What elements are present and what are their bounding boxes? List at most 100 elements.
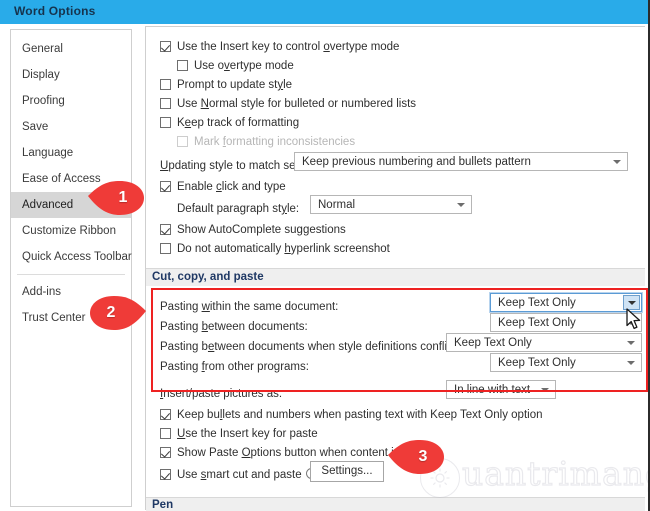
chevron-down-icon [613, 160, 621, 164]
section-header-cut-copy-paste: Cut, copy, and paste [146, 268, 645, 286]
window-title: Word Options [14, 4, 96, 18]
callout-marker-3: 3 [386, 437, 446, 477]
insert-paste-pictures-combobox-value: In line with text [454, 384, 531, 396]
chevron-down-icon [627, 341, 635, 345]
chevron-down-icon [457, 203, 465, 207]
paste-option-1-label: Pasting between documents: [160, 321, 308, 333]
paste-option-0-combobox[interactable]: Keep Text Only [489, 292, 643, 313]
paste-checkbox-row: Use smart cut and paste [160, 465, 317, 483]
callout-marker-2: 2 [88, 293, 148, 333]
hyperlink-screenshot-row: Do not automatically hyperlink screensho… [160, 239, 390, 257]
checkbox-row: Keep track of formatting [160, 113, 299, 131]
paste-option-2-combobox-value: Keep Text Only [454, 337, 532, 349]
enable-click-type-row: Enable click and type [160, 177, 286, 195]
callout-number-2: 2 [106, 304, 116, 321]
autocomplete-row: Show AutoComplete suggestions [160, 220, 346, 238]
checkbox-enable-click-and-type[interactable] [160, 181, 171, 192]
callout-number-3: 3 [418, 448, 428, 465]
default-paragraph-style-label: Default paragraph style: [177, 203, 300, 215]
sidebar-item-label: Display [22, 69, 60, 81]
checkbox-show-autocomplete[interactable] [160, 224, 171, 235]
checkbox-editing-option-1-label: Use overtype mode [194, 60, 294, 72]
paste-option-3-combobox[interactable]: Keep Text Only [490, 353, 642, 372]
sidebar-item-proofing[interactable]: Proofing [11, 88, 131, 114]
paste-option-row: Pasting between documents: [160, 317, 308, 335]
paste-option-1-combobox[interactable]: Keep Text Only [490, 313, 642, 332]
sidebar-item-quick-access-toolbar[interactable]: Quick Access Toolbar [11, 244, 132, 270]
sidebar-item-label: Trust Center [22, 312, 86, 324]
checkbox-paste-option-3-label: Use smart cut and paste [177, 469, 302, 481]
checkbox-paste-option-0-label: Keep bullets and numbers when pasting te… [177, 409, 543, 421]
checkbox-hyperlink-screenshot[interactable] [160, 243, 171, 254]
callout-marker-1: 1 [86, 178, 146, 218]
checkbox-editing-option-2[interactable] [160, 79, 171, 90]
sidebar-item-label: General [22, 43, 63, 55]
paste-option-2-combobox[interactable]: Keep Text Only [446, 333, 642, 352]
callout-number-1: 1 [118, 189, 128, 206]
sidebar-item-label: Quick Access Toolbar [22, 251, 132, 263]
sidebar-item-display[interactable]: Display [11, 62, 131, 88]
checkbox-editing-option-4[interactable] [160, 117, 171, 128]
insert-paste-pictures-label: Insert/paste pictures as: [160, 388, 283, 400]
paste-option-row: Pasting between documents when style def… [160, 337, 459, 355]
checkbox-enable-click-and-type-label: Enable click and type [177, 181, 286, 193]
paste-option-row: Pasting within the same document: [160, 297, 338, 315]
checkbox-hyperlink-screenshot-label: Do not automatically hyperlink screensho… [177, 243, 390, 255]
checkbox-editing-option-3-label: Use Normal style for bulleted or numbere… [177, 98, 417, 110]
checkbox-editing-option-1[interactable] [177, 60, 188, 71]
paste-option-0-combobox-value: Keep Text Only [498, 297, 576, 309]
paste-option-2-label: Pasting between documents when style def… [160, 341, 460, 353]
sidebar-item-label: Add-ins [22, 286, 61, 298]
insert-paste-pictures-combobox[interactable]: In line with text [446, 380, 556, 399]
updating-style-combobox[interactable]: Keep previous numbering and bullets patt… [294, 152, 628, 171]
default-paragraph-style-row: Default paragraph style: [177, 199, 299, 217]
checkbox-editing-option-3[interactable] [160, 98, 171, 109]
chevron-down-icon [541, 388, 549, 392]
sidebar-item-label: Proofing [22, 95, 65, 107]
options-sidebar: General Display Proofing Save Language Ease o… [10, 29, 132, 507]
sidebar-item-language[interactable]: Language [11, 140, 131, 166]
section-header-cut-copy-paste-label: Cut, copy, and paste [152, 271, 264, 283]
sidebar-item-label: Save [22, 121, 49, 133]
checkbox-paste-option-1[interactable] [160, 428, 171, 439]
paste-option-0-label: Pasting within the same document: [160, 301, 339, 313]
checkbox-editing-option-5-label: Mark formatting inconsistencies [194, 136, 356, 148]
checkbox-paste-option-2[interactable] [160, 447, 171, 458]
sidebar-item-save[interactable]: Save [11, 114, 131, 140]
checkbox-paste-option-1-label: Use the Insert key for paste [177, 428, 318, 440]
settings-button[interactable]: Settings... [310, 461, 384, 482]
checkbox-editing-option-2-label: Prompt to update style [177, 79, 293, 91]
checkbox-row: Use the Insert key to control overtype m… [160, 37, 399, 55]
sidebar-item-label: Advanced [22, 199, 74, 211]
sidebar-item-label: Customize Ribbon [22, 225, 116, 237]
sidebar-item-general[interactable]: General [11, 36, 131, 62]
paste-checkbox-row: Use the Insert key for paste [160, 424, 318, 442]
sidebar-item-label: Language [22, 147, 74, 159]
paste-checkbox-row: Keep bullets and numbers when pasting te… [160, 405, 542, 423]
checkbox-editing-option-5[interactable] [177, 136, 188, 147]
insert-paste-pictures-row: Insert/paste pictures as: [160, 384, 282, 402]
dialog-body: General Display Proofing Save Language Ease o… [0, 24, 648, 511]
checkbox-row: Use Normal style for bulleted or numbere… [160, 94, 416, 112]
default-paragraph-style-combobox[interactable]: Normal [310, 195, 472, 214]
section-header-pen-label: Pen [152, 499, 174, 511]
checkbox-show-autocomplete-label: Show AutoComplete suggestions [177, 224, 346, 236]
paste-option-3-label: Pasting from other programs: [160, 361, 309, 373]
updating-style-combobox-value: Keep previous numbering and bullets patt… [302, 156, 531, 168]
checkbox-row: Use overtype mode [177, 56, 294, 74]
sidebar-item-customize-ribbon[interactable]: Customize Ribbon [11, 218, 131, 244]
checkbox-row: Prompt to update style [160, 75, 292, 93]
paste-option-row: Pasting from other programs: [160, 357, 309, 375]
chevron-down-icon [627, 361, 635, 365]
sidebar-divider [17, 274, 125, 275]
paste-option-3-combobox-value: Keep Text Only [498, 357, 576, 369]
paste-option-1-combobox-value: Keep Text Only [498, 317, 576, 329]
title-bar: Word Options [0, 0, 648, 24]
mouse-cursor [626, 308, 641, 330]
checkbox-editing-option-0[interactable] [160, 41, 171, 52]
word-options-dialog: Word Options General Display Proofing Save L… [0, 0, 650, 511]
checkbox-paste-option-0[interactable] [160, 409, 171, 420]
checkbox-editing-option-4-label: Keep track of formatting [177, 117, 300, 129]
default-paragraph-style-combobox-value: Normal [318, 199, 356, 211]
checkbox-paste-option-3[interactable] [160, 469, 171, 480]
